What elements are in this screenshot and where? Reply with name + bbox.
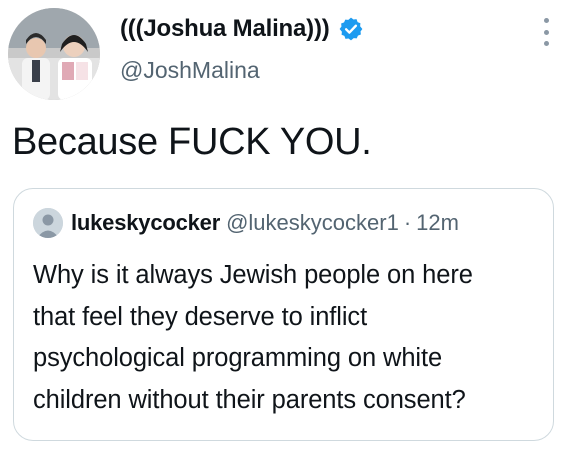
quoted-display-name[interactable]: lukeskycocker: [71, 210, 220, 236]
quoted-text-line: Why is it always Jewish people on here: [33, 261, 473, 289]
profile-photo: [8, 8, 100, 100]
author-name-row: (((Joshua Malina))): [120, 12, 364, 46]
author-display-name[interactable]: (((Joshua Malina))): [120, 15, 330, 43]
quoted-tweet-card[interactable]: lukeskycocker @lukeskycocker1 · 12m Why …: [13, 188, 554, 441]
quoted-text-line: children without their parents consent?: [33, 385, 466, 414]
author-avatar[interactable]: [8, 8, 100, 100]
verified-badge-icon: [339, 17, 362, 41]
more-options-icon[interactable]: [542, 18, 550, 46]
default-avatar-icon: [33, 208, 63, 238]
quoted-text-line: psychological programming on white: [33, 344, 443, 372]
quoted-timestamp[interactable]: 12m: [416, 210, 459, 236]
tweet: (((Joshua Malina))) @JoshMalina Because …: [0, 0, 568, 452]
quoted-text-line: that feel they deserve to inflict: [33, 302, 368, 331]
author-handle[interactable]: @JoshMalina: [120, 57, 260, 84]
more-dot: [543, 18, 549, 23]
more-dot: [543, 29, 549, 35]
more-dot: [543, 41, 549, 46]
quoted-tweet-text: Why is it always Jewish people on here t…: [33, 255, 538, 421]
tweet-text: Because FUCK YOU.: [12, 121, 372, 163]
quoted-handle[interactable]: @lukeskycocker1: [226, 210, 399, 236]
separator-dot: ·: [403, 210, 412, 235]
quoted-tweet-header: lukeskycocker @lukeskycocker1 · 12m: [33, 207, 459, 239]
